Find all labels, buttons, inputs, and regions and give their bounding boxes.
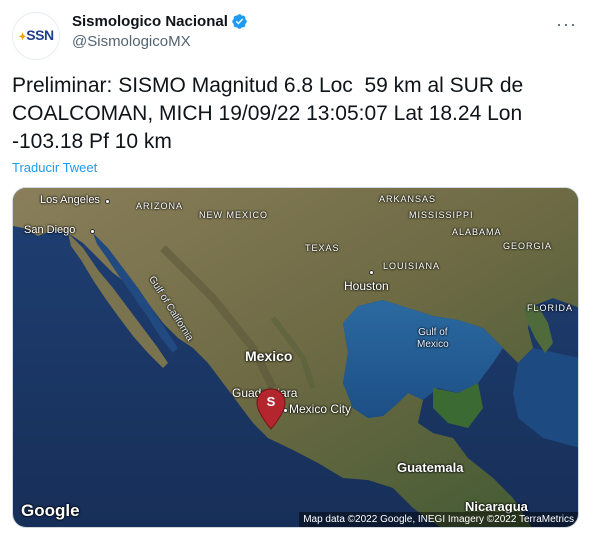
account-name-block: Sismologico Nacional @SismologicoMX — [72, 13, 248, 50]
map-label-houston: Houston — [344, 279, 389, 293]
verified-badge-icon — [232, 14, 247, 29]
more-options-icon[interactable]: ··· — [556, 14, 577, 35]
epicenter-pin-icon[interactable]: S — [256, 388, 286, 430]
map-image[interactable]: Los Angeles San Diego ARIZONA NEW MEXICO… — [12, 187, 579, 528]
map-label-georgia: GEORGIA — [503, 241, 553, 251]
map-label-guatemala: Guatemala — [397, 460, 464, 475]
city-dot-san-diego — [90, 229, 95, 234]
map-label-louisiana: LOUISIANA — [383, 261, 441, 271]
map-label-gulf-of-mexico: Gulf of Mexico — [417, 327, 449, 350]
map-label-new-mexico: NEW MEXICO — [199, 210, 269, 220]
translate-tweet-link[interactable]: Traducir Tweet — [12, 160, 97, 175]
map-background — [13, 188, 578, 527]
map-label-arizona: ARIZONA — [136, 201, 184, 211]
map-label-mississippi: MISSISSIPPI — [409, 210, 474, 220]
display-name[interactable]: Sismologico Nacional — [72, 13, 248, 30]
map-label-mexico: Mexico — [245, 348, 293, 364]
map-label-texas: TEXAS — [305, 243, 340, 253]
display-name-text[interactable]: Sismologico Nacional — [72, 13, 228, 30]
tweet-header: ✦SSN Sismologico Nacional @SismologicoMX… — [0, 0, 599, 60]
account-handle[interactable]: @SismologicoMX — [72, 33, 248, 50]
map-label-florida: FLORIDA — [527, 303, 574, 313]
account-avatar[interactable]: ✦SSN — [12, 12, 60, 60]
map-label-mexico-city: Mexico City — [289, 402, 352, 416]
map-label-arkansas: ARKANSAS — [379, 194, 437, 204]
map-label-los-angeles: Los Angeles — [40, 194, 100, 206]
map-label-alabama: ALABAMA — [452, 227, 502, 237]
city-dot-los-angeles — [105, 199, 110, 204]
city-dot-houston — [369, 270, 374, 275]
tweet-text: Preliminar: SISMO Magnitud 6.8 Loc 59 km… — [12, 74, 530, 153]
map-label-san-diego: San Diego — [24, 224, 76, 236]
google-logo: Google — [21, 501, 80, 520]
map-attribution: Map data ©2022 Google, INEGI Imagery ©20… — [299, 512, 578, 527]
pin-letter: S — [266, 394, 276, 409]
ssn-logo: ✦SSN — [18, 26, 54, 43]
